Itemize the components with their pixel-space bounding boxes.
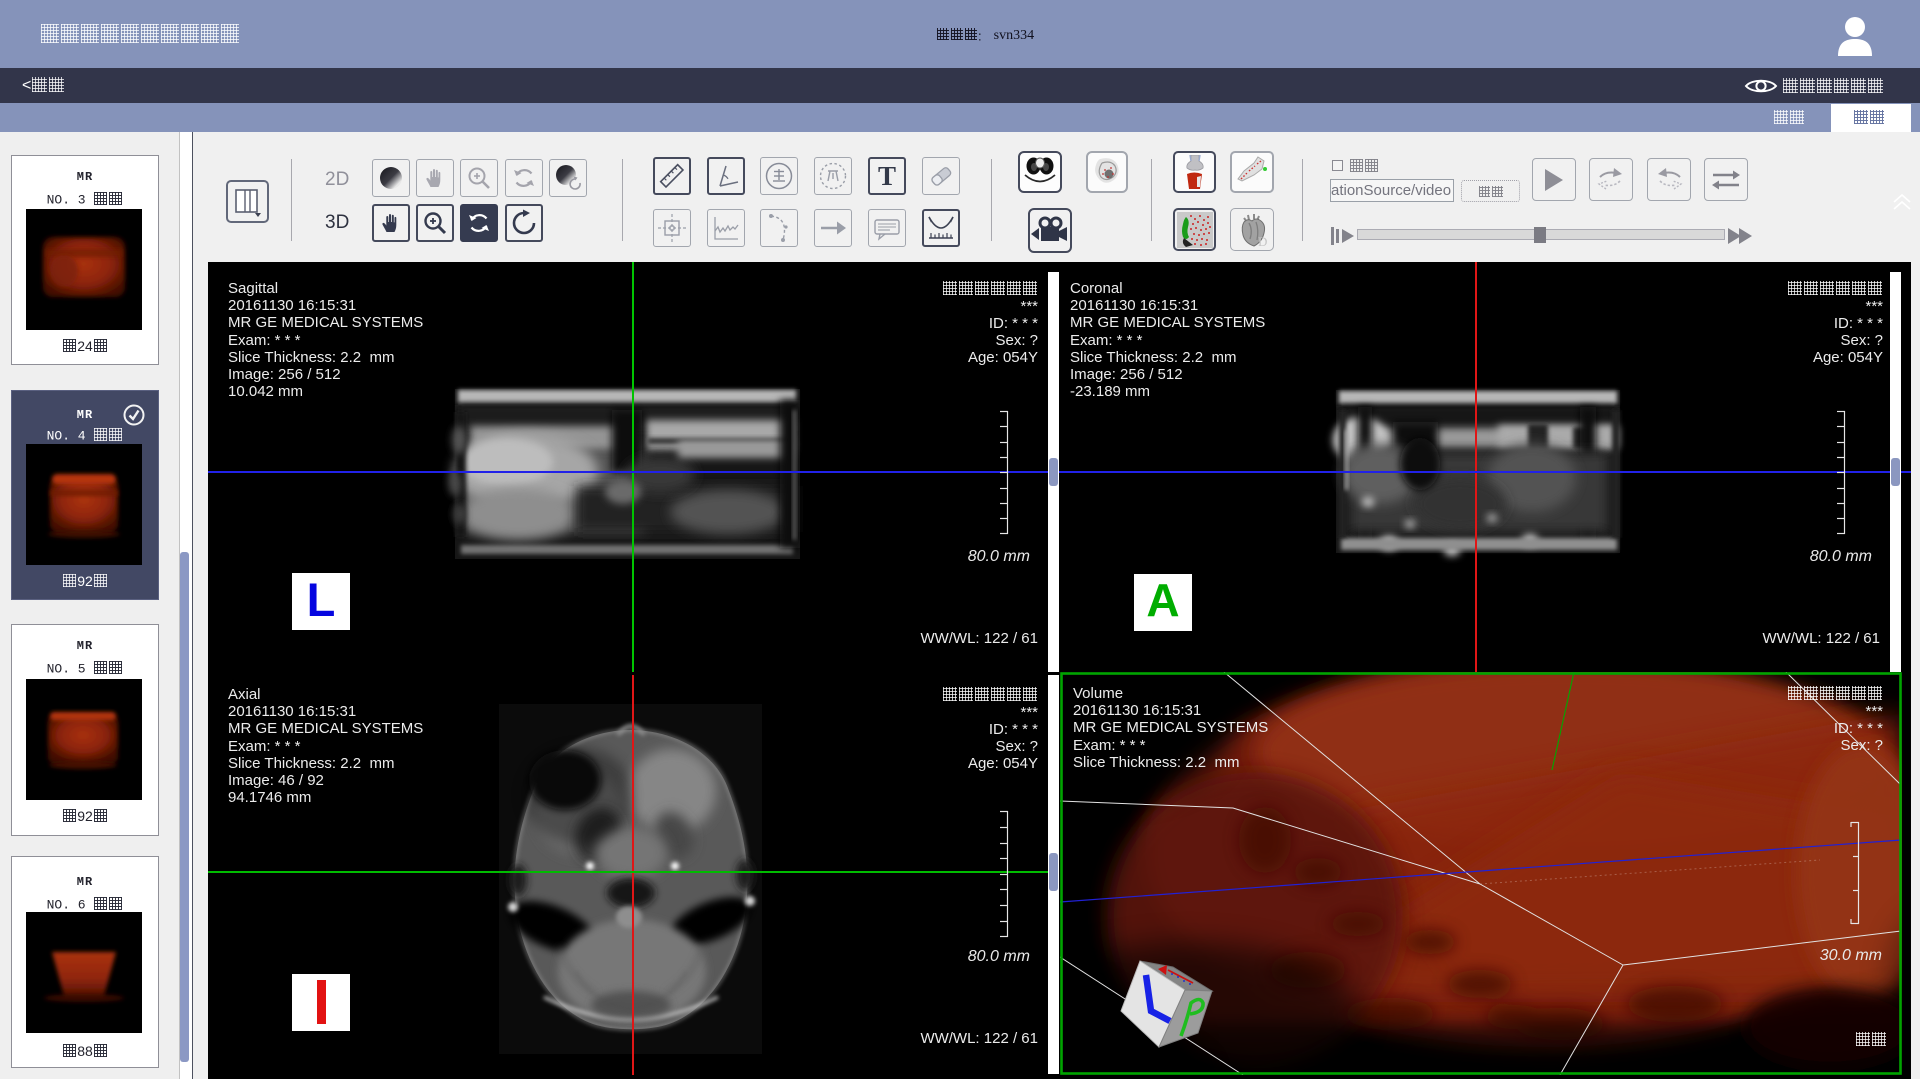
svg-text:D: D — [1258, 234, 1267, 248]
